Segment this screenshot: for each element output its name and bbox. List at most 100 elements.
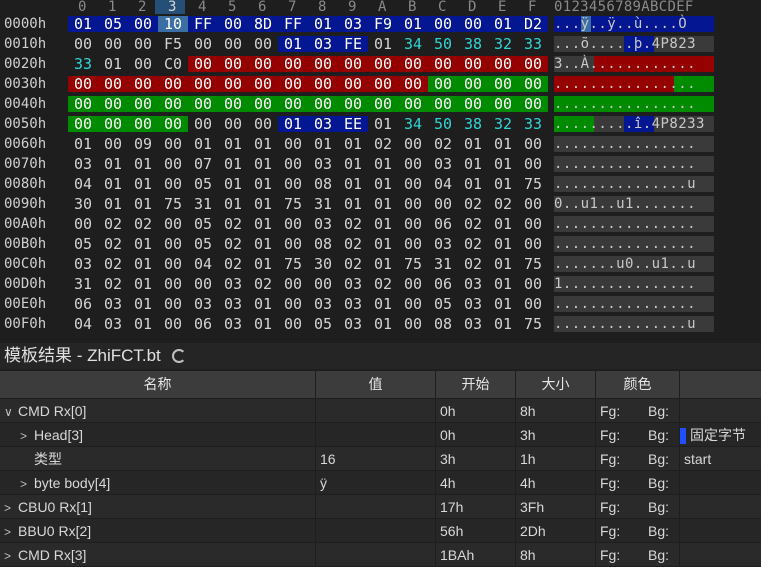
hex-byte[interactable]: 01 xyxy=(128,196,158,212)
hex-byte[interactable]: 01 xyxy=(488,236,518,252)
hex-byte[interactable]: D2 xyxy=(518,16,548,32)
hex-byte[interactable]: 04 xyxy=(428,176,458,192)
hex-byte[interactable]: 00 xyxy=(278,176,308,192)
hex-row[interactable]: 00E0h 06 03 01 00 03 03 01 00 03 03 01 00 05 03 01 00...… xyxy=(0,294,761,314)
hex-row[interactable]: 0000h 01 05 00 10 FF 00 8D FF 01 03 F9 01 00 00 01 D2...… xyxy=(0,14,761,34)
ascii-text[interactable]: ................ xyxy=(554,136,714,152)
hex-byte[interactable]: 00 xyxy=(338,76,368,92)
hex-byte[interactable]: 01 xyxy=(398,16,428,32)
template-row[interactable]: > BBU0 Rx[2] 56h 2Dh Fg: Bg: xyxy=(0,519,761,543)
ascii-text[interactable]: ...õ.....þ.4P823 xyxy=(554,36,714,52)
hex-byte[interactable]: 01 xyxy=(128,176,158,192)
hex-byte[interactable]: 33 xyxy=(68,56,98,72)
hex-byte[interactable]: 00 xyxy=(158,76,188,92)
hex-byte[interactable]: 04 xyxy=(68,316,98,332)
hex-byte[interactable]: 00 xyxy=(488,96,518,112)
hex-byte[interactable]: 00 xyxy=(218,96,248,112)
hex-byte[interactable]: 03 xyxy=(308,156,338,172)
hex-byte[interactable]: 00 xyxy=(398,136,428,152)
hex-byte[interactable]: 00 xyxy=(278,276,308,292)
hex-byte[interactable]: 01 xyxy=(248,316,278,332)
hex-byte[interactable]: 31 xyxy=(308,196,338,212)
hex-byte[interactable]: 01 xyxy=(248,156,278,172)
hex-byte[interactable]: 00 xyxy=(308,96,338,112)
hex-byte[interactable]: 00 xyxy=(218,116,248,132)
hex-byte[interactable]: 00 xyxy=(308,276,338,292)
hex-byte[interactable]: 00 xyxy=(368,96,398,112)
hex-byte[interactable]: 02 xyxy=(458,216,488,232)
hex-byte[interactable]: 00 xyxy=(98,36,128,52)
hex-byte[interactable]: 00 xyxy=(398,216,428,232)
hex-byte[interactable]: 03 xyxy=(338,296,368,312)
hex-byte[interactable]: 04 xyxy=(188,256,218,272)
hex-byte[interactable]: 00 xyxy=(368,56,398,72)
hex-byte[interactable]: 02 xyxy=(488,196,518,212)
hex-byte[interactable]: 00 xyxy=(158,276,188,292)
hex-byte[interactable]: 01 xyxy=(128,256,158,272)
column-start[interactable]: 开始 xyxy=(436,371,516,398)
hex-byte[interactable]: 02 xyxy=(128,216,158,232)
chevron-right-icon[interactable]: > xyxy=(20,472,34,494)
hex-byte[interactable]: 01 xyxy=(488,296,518,312)
hex-byte[interactable]: 00 xyxy=(518,56,548,72)
hex-byte[interactable]: 00 xyxy=(518,136,548,152)
hex-byte[interactable]: 03 xyxy=(218,276,248,292)
hex-byte[interactable]: FF xyxy=(278,16,308,32)
hex-byte[interactable]: 01 xyxy=(278,36,308,52)
hex-byte[interactable]: 00 xyxy=(458,56,488,72)
hex-byte[interactable]: 00 xyxy=(338,56,368,72)
hex-byte[interactable]: 03 xyxy=(308,296,338,312)
hex-byte[interactable]: 75 xyxy=(518,316,548,332)
hex-byte[interactable]: 01 xyxy=(488,316,518,332)
hex-byte[interactable]: 00 xyxy=(338,96,368,112)
hex-byte[interactable]: 00 xyxy=(128,16,158,32)
hex-byte[interactable]: 00 xyxy=(278,76,308,92)
hex-byte[interactable]: 01 xyxy=(458,176,488,192)
hex-byte[interactable]: 00 xyxy=(398,156,428,172)
hex-byte[interactable]: 02 xyxy=(338,236,368,252)
hex-byte[interactable]: 01 xyxy=(488,176,518,192)
hex-byte[interactable]: 33 xyxy=(518,116,548,132)
hex-byte[interactable]: 00 xyxy=(68,116,98,132)
hex-byte[interactable]: 00 xyxy=(68,96,98,112)
hex-row[interactable]: 00F0h 04 03 01 00 06 03 01 00 05 03 01 00 08 03 01 75...… xyxy=(0,314,761,334)
hex-byte[interactable]: 00 xyxy=(158,96,188,112)
hex-byte[interactable]: 30 xyxy=(68,196,98,212)
hex-byte[interactable]: 50 xyxy=(428,36,458,52)
chevron-right-icon[interactable]: > xyxy=(4,520,18,542)
hex-byte[interactable]: 02 xyxy=(218,216,248,232)
hex-byte[interactable]: 00 xyxy=(518,236,548,252)
hex-byte[interactable]: 31 xyxy=(68,276,98,292)
hex-byte[interactable]: 00 xyxy=(218,56,248,72)
hex-byte[interactable]: 02 xyxy=(98,216,128,232)
hex-byte[interactable]: 00 xyxy=(248,56,278,72)
hex-byte[interactable]: 01 xyxy=(368,176,398,192)
hex-byte[interactable]: 02 xyxy=(98,256,128,272)
hex-byte[interactable]: 00 xyxy=(398,56,428,72)
hex-byte[interactable]: 00 xyxy=(278,156,308,172)
ascii-text[interactable]: ...............u xyxy=(554,176,714,192)
hex-byte[interactable]: 00 xyxy=(248,76,278,92)
hex-byte[interactable]: 00 xyxy=(278,296,308,312)
hex-byte[interactable]: 00 xyxy=(158,316,188,332)
refresh-icon[interactable] xyxy=(172,349,186,363)
hex-byte[interactable]: 03 xyxy=(68,256,98,272)
hex-byte[interactable]: 06 xyxy=(428,276,458,292)
hex-byte[interactable]: 01 xyxy=(218,196,248,212)
hex-byte[interactable]: 00 xyxy=(458,16,488,32)
hex-byte[interactable]: 30 xyxy=(308,256,338,272)
hex-byte[interactable]: 01 xyxy=(278,116,308,132)
hex-byte[interactable]: F9 xyxy=(368,16,398,32)
hex-byte[interactable]: 03 xyxy=(188,296,218,312)
column-color[interactable]: 颜色 xyxy=(596,371,680,398)
hex-byte[interactable]: 00 xyxy=(428,196,458,212)
hex-byte[interactable]: 02 xyxy=(368,276,398,292)
hex-byte[interactable]: 08 xyxy=(308,236,338,252)
hex-byte[interactable]: 00 xyxy=(188,116,218,132)
hex-byte[interactable]: 01 xyxy=(368,316,398,332)
hex-byte[interactable]: 75 xyxy=(278,256,308,272)
chevron-right-icon[interactable]: > xyxy=(4,544,18,566)
hex-byte[interactable]: 00 xyxy=(248,36,278,52)
column-name[interactable]: 名称 xyxy=(0,371,316,398)
hex-byte[interactable]: 00 xyxy=(518,156,548,172)
